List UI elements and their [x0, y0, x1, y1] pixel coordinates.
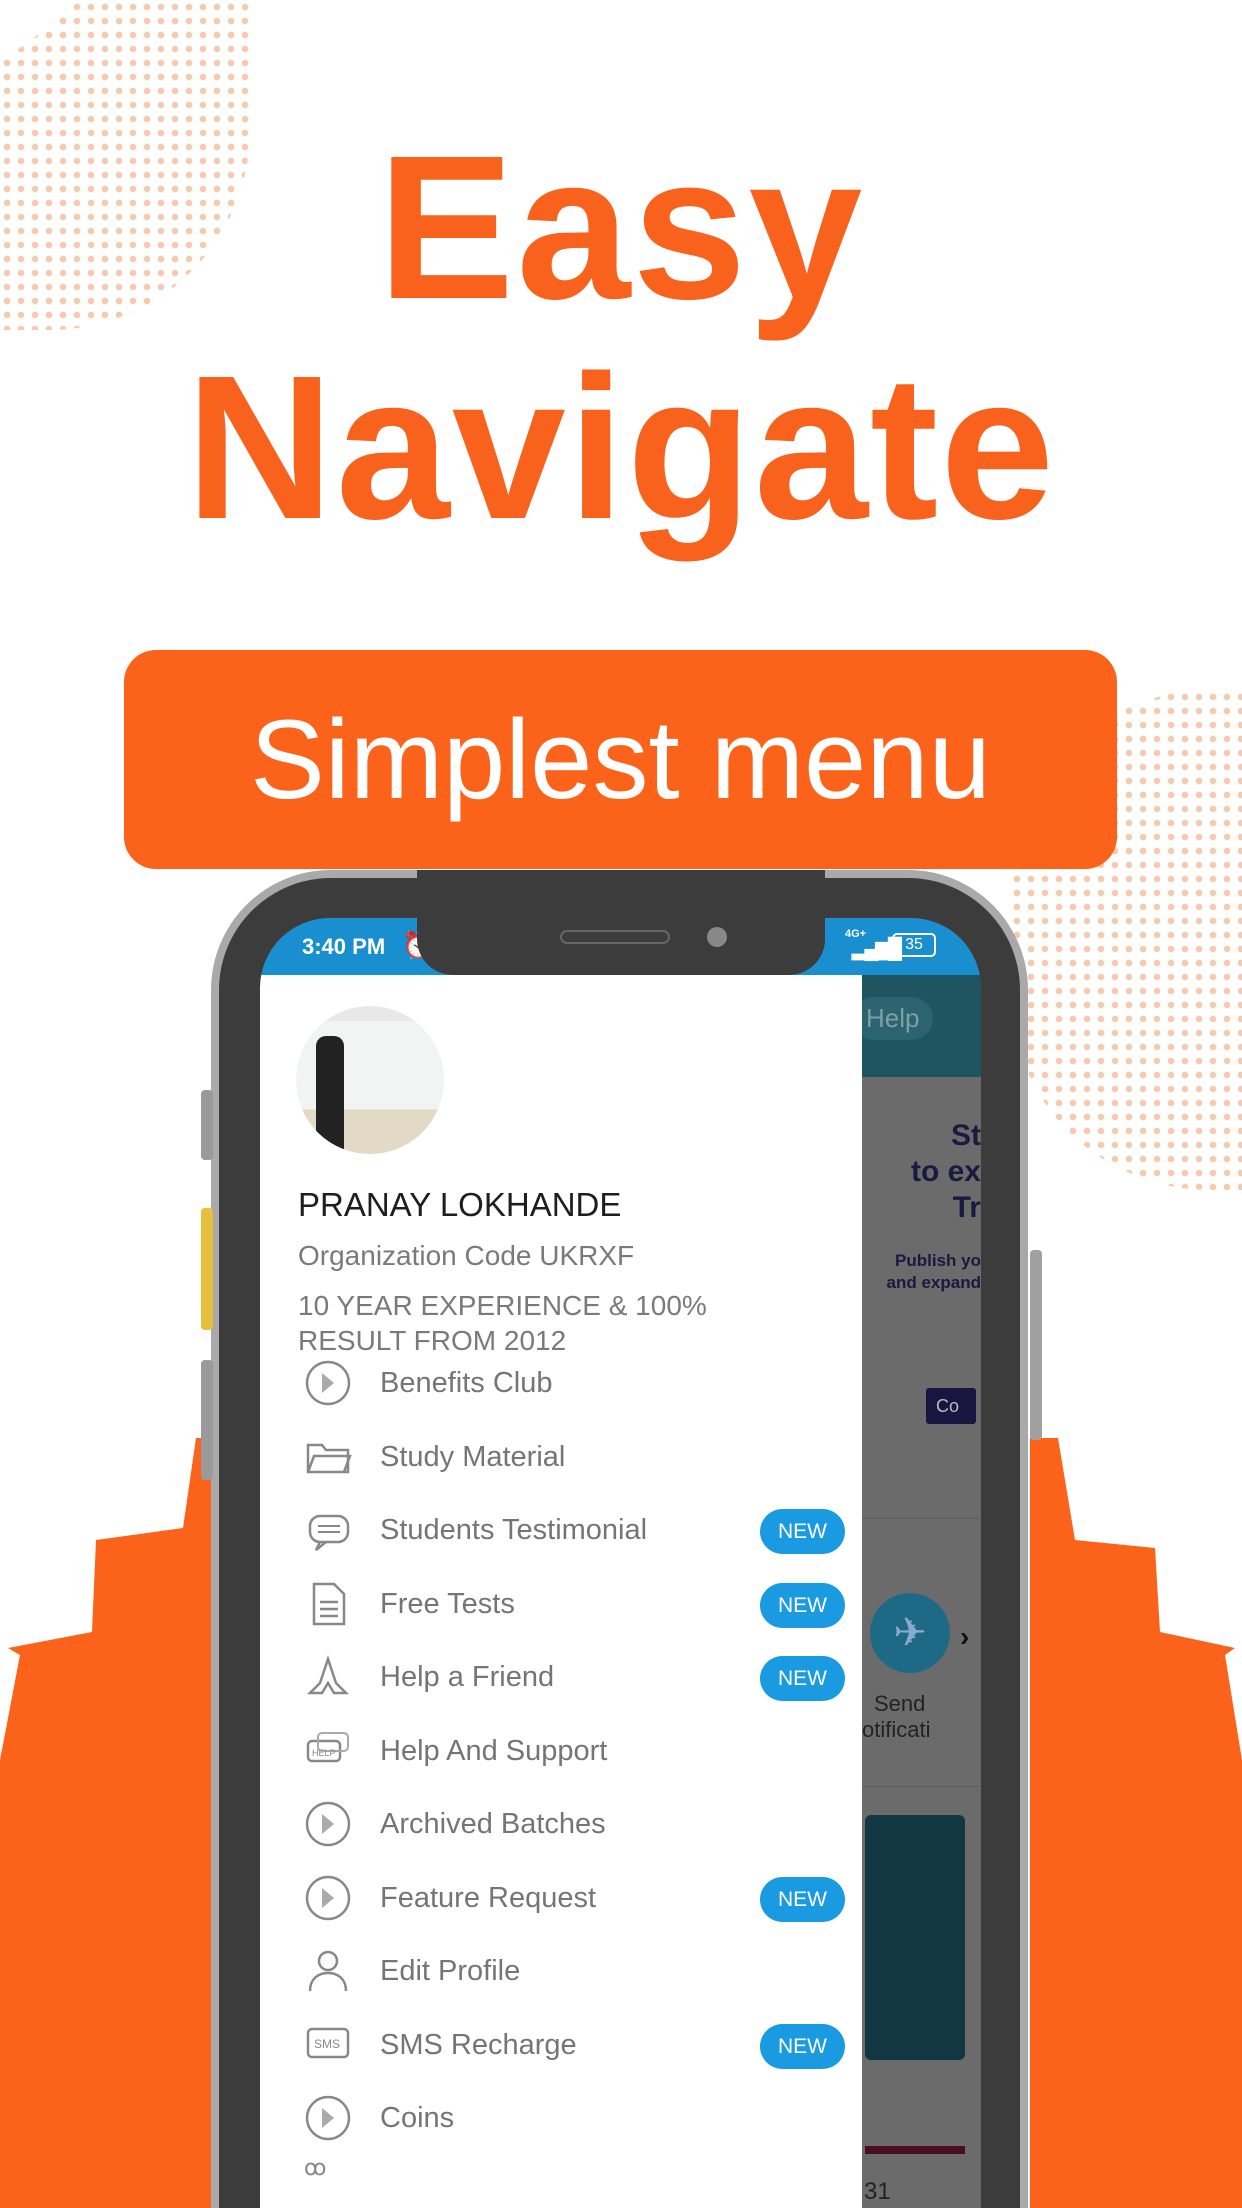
- menu-item-label: Benefits Club: [380, 1367, 553, 1399]
- battery-icon: 35: [892, 933, 936, 957]
- menu-item-label: Feature Request: [380, 1881, 597, 1914]
- background-card: [865, 1815, 965, 2060]
- menu-item-feature-request[interactable]: Feature Request NEW: [260, 1862, 862, 1935]
- coin-icon: [305, 1875, 351, 1920]
- menu-item-archived-batches[interactable]: Archived Batches: [260, 1788, 862, 1861]
- phone-side-button: [201, 1208, 213, 1330]
- folder-icon: [306, 1443, 352, 1473]
- coin-icon: [305, 1360, 351, 1406]
- new-badge: NEW: [760, 2023, 845, 2069]
- menu-item-free-tests[interactable]: Free Tests NEW: [260, 1568, 862, 1641]
- sms-icon: SMS: [306, 2027, 350, 2058]
- phone-notch: [417, 870, 825, 975]
- phone-side-button: [201, 1360, 213, 1480]
- headline-line1: Easy: [377, 113, 865, 342]
- menu-item-benefits-club[interactable]: Benefits Club: [260, 1347, 862, 1420]
- background-bar: [865, 2146, 965, 2154]
- menu-item-coins[interactable]: Coins: [260, 2082, 862, 2155]
- svg-text:HELP: HELP: [312, 1748, 336, 1758]
- menu-item-students-testimonial[interactable]: Students Testimonial NEW: [260, 1494, 862, 1567]
- status-time: 3:40 PM: [302, 934, 386, 959]
- send-label: Send: [874, 1691, 926, 1716]
- background-banner: St to ex Tr Publish yo and expand: [862, 1118, 981, 1294]
- banner-sub: Publish yo: [895, 1251, 981, 1270]
- divider: [862, 1786, 981, 1787]
- menu-item-label: Archived Batches: [380, 1808, 606, 1840]
- menu-item-label: Coins: [380, 2102, 455, 2134]
- menu-item-label: Help And Support: [380, 1734, 608, 1767]
- banner-line: to ex: [910, 1155, 981, 1188]
- menu-item-sms-recharge[interactable]: SMS SMS Recharge NEW: [260, 2009, 862, 2082]
- navigation-drawer: PRANAY LOKHANDE Organization Code UKRXF …: [260, 975, 862, 2208]
- background-cta: Co: [926, 1388, 976, 1424]
- menu-item-label: Students Testimonial: [380, 1514, 648, 1546]
- headline-line2: Navigate: [185, 333, 1057, 562]
- praying-hands-icon: [306, 1655, 350, 1695]
- new-badge: NEW: [760, 1656, 845, 1701]
- menu-item-study-material[interactable]: Study Material: [260, 1421, 862, 1494]
- menu-item-label: Edit Profile: [380, 1955, 521, 1987]
- menu-item-edit-profile[interactable]: Edit Profile: [260, 1935, 862, 2008]
- paper-plane-icon: ✈: [870, 1593, 950, 1673]
- menu-item-label: Free Tests: [380, 1587, 515, 1620]
- banner-line: St: [951, 1119, 981, 1152]
- new-badge: NEW: [760, 1509, 845, 1554]
- background-number: 31: [864, 2178, 891, 2205]
- menu-item-label: Help a Friend: [380, 1661, 555, 1693]
- help-chat-icon: HELP: [306, 1731, 349, 1762]
- phone-side-button: [201, 1090, 213, 1160]
- avatar-person: [316, 1036, 344, 1151]
- send-notification: ✈ › Send otificati: [862, 1573, 981, 1793]
- phone-side-button: [1030, 1250, 1042, 1440]
- profile-name: PRANAY LOKHANDE: [298, 1186, 622, 1223]
- menu-item-label: SMS Recharge: [380, 2028, 577, 2061]
- coin-icon: [305, 2095, 351, 2141]
- speaker-grille: [560, 930, 670, 944]
- user-icon: [308, 1950, 348, 1992]
- background-app-header: Help: [852, 975, 981, 1077]
- document-icon: [312, 1582, 346, 1625]
- svg-text:SMS: SMS: [314, 2037, 340, 2051]
- banner: Simplest menu: [124, 650, 1117, 869]
- help-button: Help: [852, 997, 934, 1040]
- menu-item-help-and-support[interactable]: HELP Help And Support: [260, 1715, 862, 1788]
- camera-icon: [707, 927, 727, 947]
- new-badge: NEW: [760, 1876, 845, 1922]
- banner-line: Tr: [952, 1191, 981, 1224]
- banner-sub: and expand: [886, 1273, 981, 1292]
- new-badge: NEW: [760, 1582, 845, 1628]
- quote-chat-icon: [308, 1514, 350, 1551]
- chevron-right-icon: ›: [960, 1621, 970, 1652]
- avatar[interactable]: [296, 1006, 444, 1154]
- organization-code: Organization Code UKRXF: [298, 1240, 635, 1271]
- coin-icon: [305, 1801, 351, 1847]
- divider: [862, 1518, 981, 1519]
- partial-menu-icon: ꝏ: [304, 2155, 327, 2180]
- phone-screen: 3:40 PM ⏰ 4G+ ▂▄▆█ 35 Help St to ex Tr P…: [260, 918, 981, 2208]
- menu-item-help-a-friend[interactable]: Help a Friend NEW: [260, 1641, 862, 1714]
- send-label: otificati: [862, 1717, 931, 1742]
- menu-item-label: Study Material: [380, 1440, 566, 1473]
